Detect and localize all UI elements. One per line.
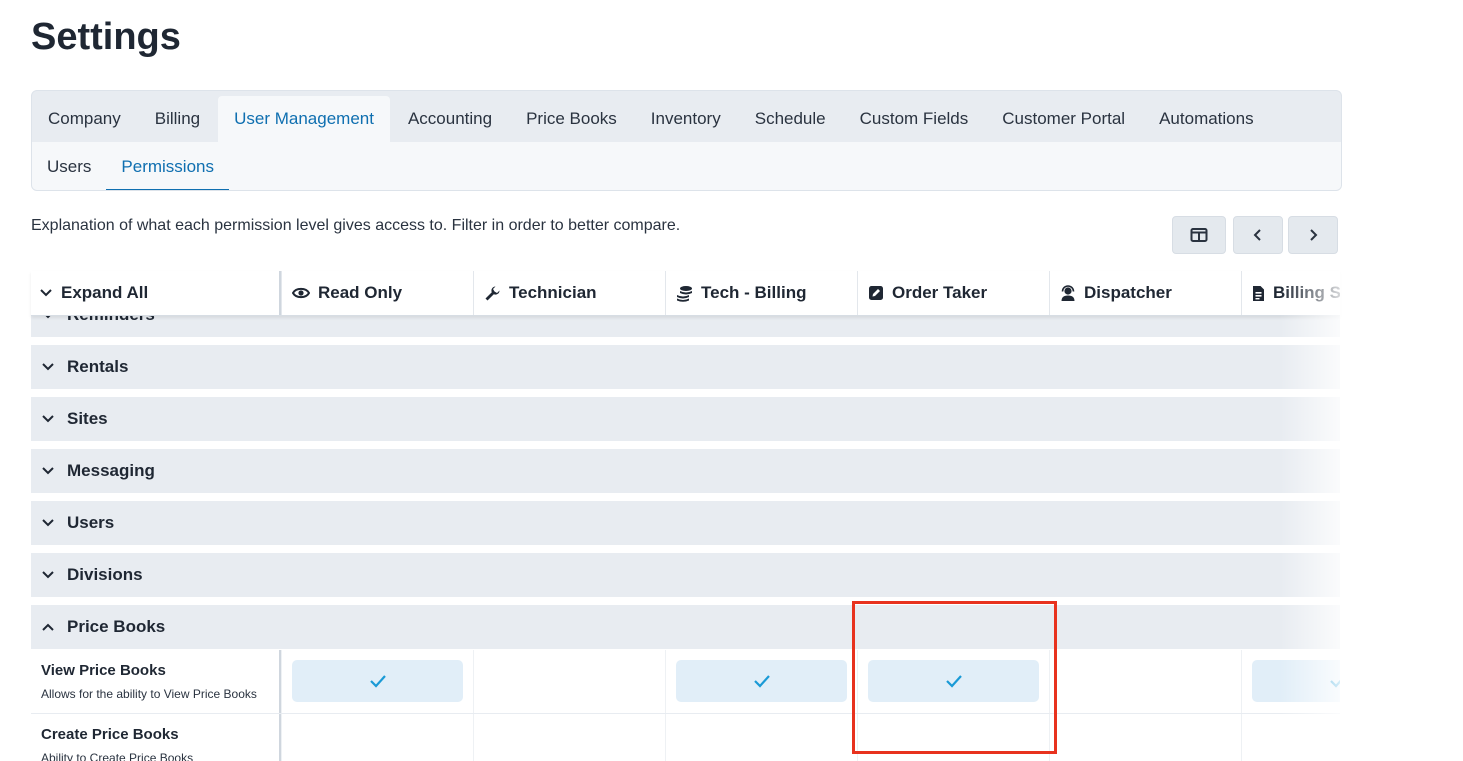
permission-cell[interactable] xyxy=(665,714,857,761)
group-row-users[interactable]: Users xyxy=(31,501,1340,545)
chevron-up-icon xyxy=(42,623,54,631)
group-row-price-books[interactable]: Price Books xyxy=(31,605,1340,649)
chevron-left-icon xyxy=(1253,229,1261,241)
permission-cell[interactable] xyxy=(1049,714,1241,761)
chevron-down-icon xyxy=(42,571,54,579)
column-header-label: Billing St xyxy=(1273,283,1340,302)
permission-description: Allows for the ability to View Price Boo… xyxy=(41,687,257,701)
tab-customer-portal[interactable]: Customer Portal xyxy=(986,96,1141,142)
chevron-down-icon xyxy=(42,415,54,423)
column-header-label: Technician xyxy=(509,283,597,302)
permission-label-cell: View Price Books Allows for the ability t… xyxy=(31,650,281,713)
columns-icon xyxy=(1190,228,1208,242)
permission-cell[interactable] xyxy=(473,714,665,761)
expand-all-label: Expand All xyxy=(61,283,149,302)
expand-all-button[interactable]: Expand All xyxy=(31,271,281,315)
tab-user-management[interactable]: User Management xyxy=(218,96,390,142)
main-tabs: Company Billing User Management Accounting P… xyxy=(32,96,1272,142)
group-row-divisions[interactable]: Divisions xyxy=(31,553,1340,597)
permission-granted-box[interactable] xyxy=(1252,660,1340,702)
column-toggle-button[interactable] xyxy=(1172,216,1226,254)
tab-custom-fields[interactable]: Custom Fields xyxy=(844,96,985,142)
permission-row-create-price-books: Create Price Books Ability to Create Pric… xyxy=(31,714,1340,761)
check-icon xyxy=(1329,679,1340,688)
column-header-technician: Technician xyxy=(473,271,665,315)
page-title: Settings xyxy=(31,16,181,58)
scroll-right-button[interactable] xyxy=(1288,216,1338,254)
group-label: Price Books xyxy=(67,617,166,636)
group-row-sites[interactable]: Sites xyxy=(31,397,1340,441)
column-header-tech-billing: Tech - Billing xyxy=(665,271,857,315)
permission-groups: RemindersRentalsSitesMessagingUsersDivis… xyxy=(31,305,1340,761)
group-row-rentals[interactable]: Rentals xyxy=(31,345,1340,389)
permission-cell[interactable] xyxy=(665,650,857,713)
chevron-down-icon xyxy=(40,289,52,297)
column-header-label: Read Only xyxy=(318,283,403,302)
permission-cell[interactable] xyxy=(857,650,1049,713)
edit-icon xyxy=(868,285,892,301)
column-header-label: Order Taker xyxy=(892,283,988,302)
permission-description: Ability to Create Price Books xyxy=(41,751,194,761)
sub-tabs: Users Permissions xyxy=(32,142,1341,190)
column-header-billing-st: Billing St xyxy=(1241,271,1340,315)
chevron-right-icon xyxy=(1310,229,1318,241)
group-label: Rentals xyxy=(67,357,129,376)
permission-label-cell: Create Price Books Ability to Create Pric… xyxy=(31,714,281,761)
tab-accounting[interactable]: Accounting xyxy=(392,96,508,142)
tab-company[interactable]: Company xyxy=(32,96,137,142)
scroll-left-button[interactable] xyxy=(1233,216,1283,254)
column-header-label: Dispatcher xyxy=(1084,283,1172,302)
file-invoice-icon xyxy=(1252,285,1273,302)
permission-cell[interactable] xyxy=(1049,650,1241,713)
permission-cell[interactable] xyxy=(857,714,1049,761)
chevron-down-icon xyxy=(42,519,54,527)
permission-cell[interactable] xyxy=(473,650,665,713)
headset-icon xyxy=(1060,284,1084,302)
tab-billing[interactable]: Billing xyxy=(139,96,216,142)
settings-tabs-panel: Company Billing User Management Accounting P… xyxy=(31,90,1342,191)
group-row-messaging[interactable]: Messaging xyxy=(31,449,1340,493)
tab-price-books[interactable]: Price Books xyxy=(510,96,633,142)
permission-name: View Price Books xyxy=(41,662,166,679)
subtab-users[interactable]: Users xyxy=(32,142,106,190)
group-label: Sites xyxy=(67,409,108,428)
permission-granted-box[interactable] xyxy=(868,660,1039,702)
permission-cell[interactable] xyxy=(281,650,473,713)
column-header-label: Tech - Billing xyxy=(701,283,807,302)
check-icon xyxy=(945,675,962,688)
eye-icon xyxy=(292,286,318,300)
wrench-icon xyxy=(484,285,509,302)
permission-row-view-price-books: View Price Books Allows for the ability t… xyxy=(31,650,1340,714)
group-label: Divisions xyxy=(67,565,143,584)
permission-cell[interactable] xyxy=(281,714,473,761)
permission-granted-box[interactable] xyxy=(292,660,463,702)
check-icon xyxy=(753,675,770,688)
group-label: Users xyxy=(67,513,115,532)
permissions-description: Explanation of what each permission leve… xyxy=(31,217,681,234)
tab-schedule[interactable]: Schedule xyxy=(739,96,842,142)
permissions-table-header: Expand All Read Only Technician Tech - Bil… xyxy=(31,271,1340,316)
permission-granted-box[interactable] xyxy=(676,660,847,702)
column-header-order-taker: Order Taker xyxy=(857,271,1049,315)
coins-icon xyxy=(676,285,701,302)
chevron-down-icon xyxy=(42,467,54,475)
subtab-permissions[interactable]: Permissions xyxy=(106,142,229,190)
group-label: Messaging xyxy=(67,461,155,480)
tab-automations[interactable]: Automations xyxy=(1143,96,1270,142)
check-icon xyxy=(369,675,386,688)
chevron-down-icon xyxy=(42,363,54,371)
permission-cell[interactable] xyxy=(1241,650,1340,713)
permission-name: Create Price Books xyxy=(41,726,179,743)
permission-cell[interactable] xyxy=(1241,714,1340,761)
tab-inventory[interactable]: Inventory xyxy=(635,96,737,142)
column-header-dispatcher: Dispatcher xyxy=(1049,271,1241,315)
column-header-read-only: Read Only xyxy=(281,271,473,315)
